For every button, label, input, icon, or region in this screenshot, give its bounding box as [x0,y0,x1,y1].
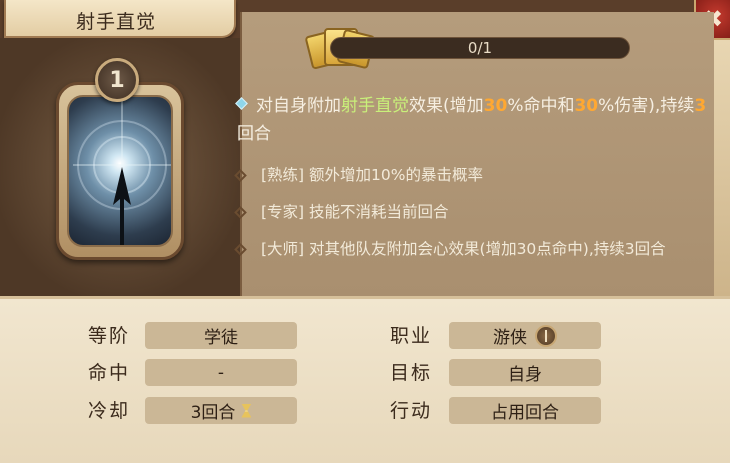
target-value-box: 自身 [449,359,601,386]
upgrade-progress-bar: 0/1 [330,37,630,59]
action-value-box: 占用回合 [449,397,601,424]
ranger-class-icon [535,324,557,347]
action-value: 占用回合 [491,403,559,423]
mastery-list: [熟练] 额外增加10%的暴击概率 [专家] 技能不消耗当前回合 [大师] 对其… [231,164,701,275]
cooldown-label: 冷却 [88,400,131,422]
class-label: 职业 [390,325,433,347]
hit-value-box: - [145,359,297,386]
diamond-outline-icon [234,243,247,256]
skill-name-highlight: 射手直觉 [341,96,409,116]
skill-card-art [67,95,173,247]
stats-panel: 等阶 学徒 命中 - 冷却 3回合 职业 游侠 目标 自身 行动 占用回合 [0,296,730,463]
mastery-text: [专家] 技能不消耗当前回合 [261,203,449,221]
desc-text: %命中和 [507,96,575,116]
skill-card [56,82,184,260]
diamond-bullet-icon [235,96,248,110]
hit-percent-value: 30 [483,96,508,116]
class-value: 游侠 [493,328,527,348]
window-title: 射手直觉 [76,11,157,33]
desc-text: 对自身附加 [256,96,341,116]
rank-value-box: 学徒 [145,322,297,349]
progress-text: 0/1 [467,39,493,57]
cooldown-value-box: 3回合 [145,397,297,424]
turn-count-value: 3 [694,96,707,116]
desc-text: 回合 [237,124,271,144]
class-value-box: 游侠 [449,322,601,349]
hourglass-icon [241,403,252,418]
rank-value: 学徒 [204,328,238,348]
diamond-outline-icon [234,169,247,182]
mastery-text: [大师] 对其他队友附加会心效果(增加30点命中),持续3回合 [261,240,666,258]
skill-level-badge: 1 [95,58,139,102]
arrow-in-light-icon [73,101,171,245]
mastery-item: [大师] 对其他队友附加会心效果(增加30点命中),持续3回合 [231,238,701,260]
target-label: 目标 [390,362,433,384]
mastery-item: [专家] 技能不消耗当前回合 [231,201,701,223]
damage-percent-value: 30 [574,96,599,116]
action-label: 行动 [390,400,433,422]
cooldown-value: 3回合 [190,403,236,423]
desc-text: %伤害),持续 [598,96,695,116]
skill-detail-window: 射手直觉 ✖ 1 0/1 对自身附加射手直觉效果(增加30%命中和30%伤害),… [0,0,730,463]
target-value: 自身 [508,365,542,385]
hit-label: 命中 [88,362,131,384]
mastery-text: [熟练] 额外增加10%的暴击概率 [261,166,483,184]
hit-value: - [217,362,225,383]
side-scroll-decoration [714,40,730,296]
diamond-outline-icon [234,206,247,219]
desc-text: 效果(增加 [409,96,484,116]
mastery-item: [熟练] 额外增加10%的暴击概率 [231,164,701,186]
title-plaque: 射手直觉 [4,0,236,38]
rank-label: 等阶 [88,325,131,347]
skill-main-description: 对自身附加射手直觉效果(增加30%命中和30%伤害),持续3回合 [235,92,707,148]
